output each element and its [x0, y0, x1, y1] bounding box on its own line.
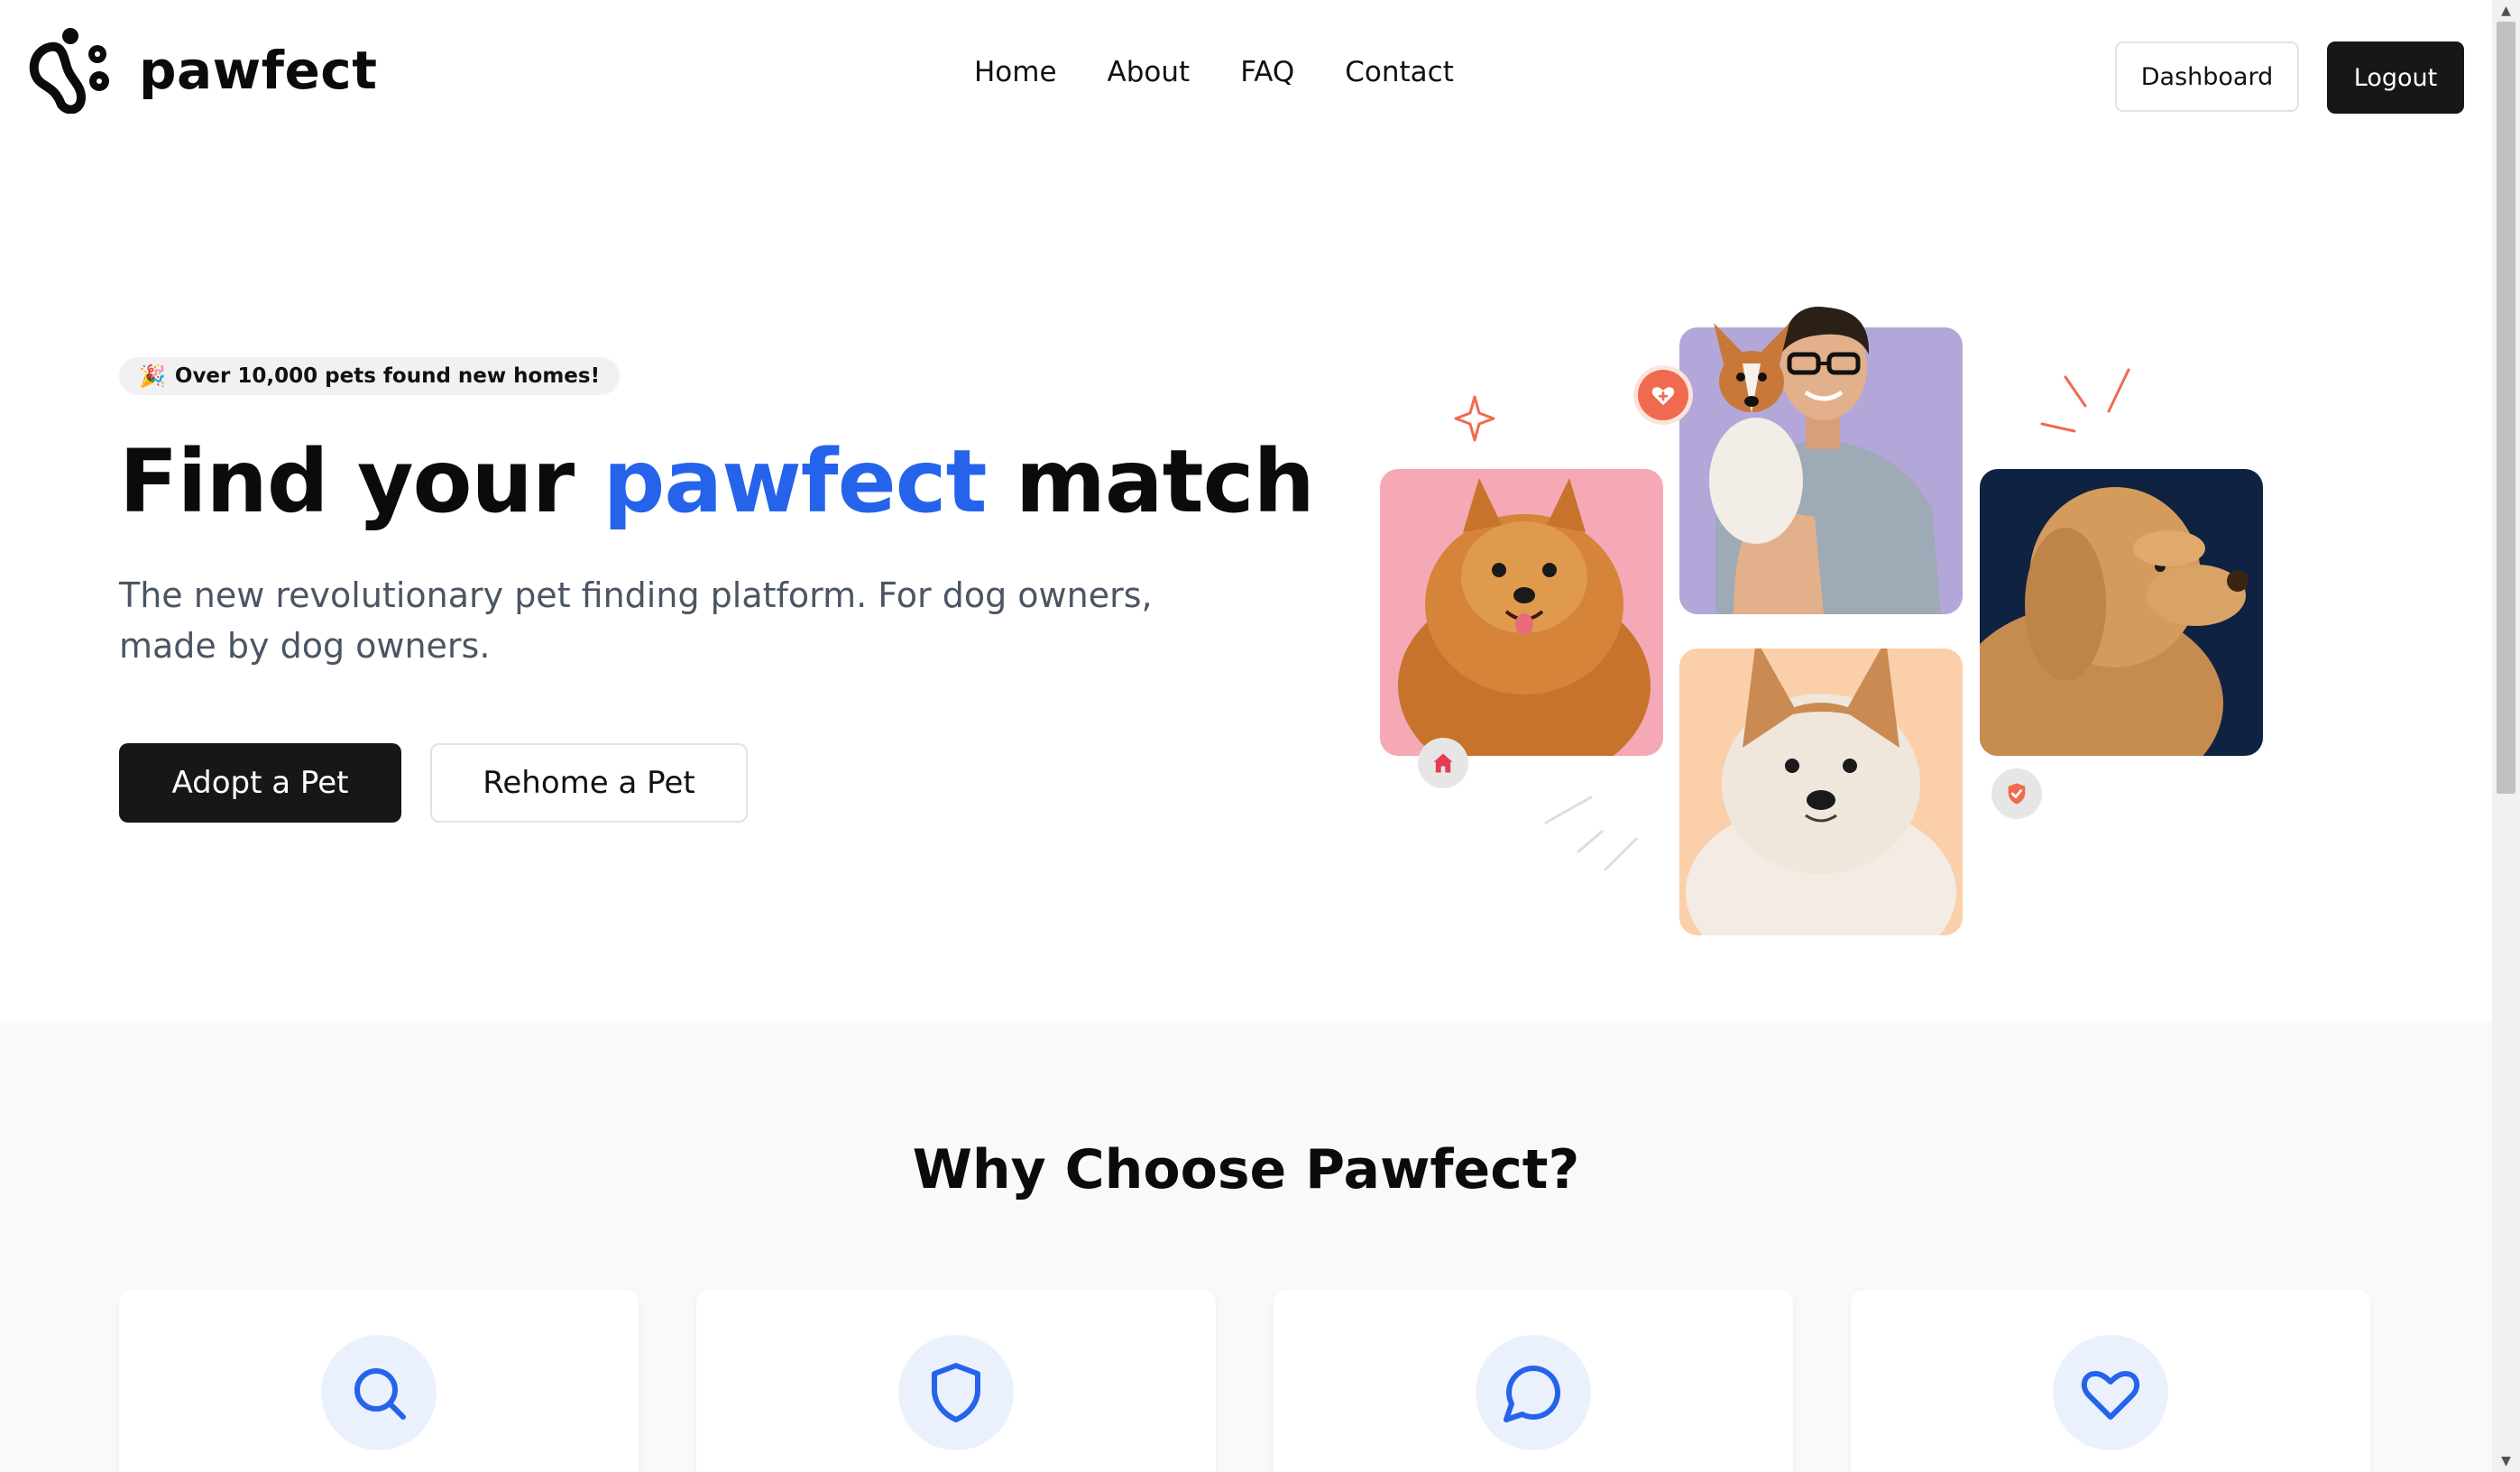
poodle-photo — [1980, 469, 2263, 756]
paw-logo-icon — [29, 28, 109, 114]
shield-icon — [932, 1363, 980, 1422]
husky-illustration — [1686, 649, 1956, 935]
hero-title-accent: pawfect — [602, 431, 988, 532]
feature-card-love — [1851, 1290, 2370, 1472]
home-icon — [1433, 753, 1453, 773]
pomeranian-illustration — [1398, 478, 1651, 756]
pomeranian-photo — [1380, 469, 1663, 756]
scroll-down-arrow-icon[interactable]: ▼ — [2492, 1450, 2520, 1472]
man-with-dog-photo — [1679, 307, 1963, 614]
heart-plus-icon — [1651, 387, 1675, 406]
motion-lines-icon — [2040, 368, 2130, 433]
shield-check-icon — [2008, 783, 2026, 805]
adopt-a-pet-button[interactable]: Adopt a Pet — [119, 743, 401, 823]
feature-icon-circle — [321, 1335, 437, 1450]
nav-home-link[interactable]: Home — [974, 56, 1057, 88]
feature-icon-circle — [898, 1335, 1014, 1450]
poodle-illustration — [1980, 487, 2249, 756]
shield-badge — [1991, 768, 2042, 819]
brand-logo[interactable]: pawfect — [25, 27, 377, 114]
ground-lines-icon — [1544, 796, 1638, 871]
feature-card-safety — [696, 1290, 1216, 1472]
hero-title-prefix: Find your — [119, 431, 603, 532]
nav-contact-link[interactable]: Contact — [1345, 56, 1454, 88]
features-title: Why Choose Pawfect? — [912, 1138, 1580, 1201]
page-scrollbar[interactable]: ▲ ▼ — [2492, 0, 2520, 1472]
scroll-thumb[interactable] — [2497, 22, 2515, 794]
feature-card-search — [119, 1290, 639, 1472]
main-nav: Home About FAQ Contact — [974, 56, 1504, 88]
page: pawfect Home About FAQ Contact Dashboard… — [0, 0, 2492, 1472]
brand-name: pawfect — [139, 40, 378, 101]
husky-photo — [1679, 649, 1963, 935]
rehome-a-pet-button[interactable]: Rehome a Pet — [430, 743, 748, 823]
stats-badge: 🎉 Over 10,000 pets found new homes! — [119, 357, 621, 395]
hero-title-suffix: match — [986, 431, 1315, 532]
sparkle-icon — [1454, 395, 1495, 442]
heart-icon — [2081, 1371, 2140, 1420]
man-with-dog-illustration — [1709, 307, 1941, 614]
dashboard-button[interactable]: Dashboard — [2115, 41, 2299, 112]
nav-faq-link[interactable]: FAQ — [1240, 56, 1294, 88]
nav-about-link[interactable]: About — [1108, 56, 1191, 88]
logout-button[interactable]: Logout — [2327, 41, 2464, 114]
chat-bubble-icon — [1504, 1365, 1561, 1422]
features-section: Why Choose Pawfect? — [0, 1021, 2492, 1472]
home-badge — [1418, 738, 1468, 788]
hero-subtitle: The new revolutionary pet finding platfo… — [119, 575, 1153, 666]
heart-badge — [1638, 370, 1688, 420]
scroll-up-arrow-icon[interactable]: ▲ — [2492, 0, 2520, 22]
feature-card-chat — [1274, 1290, 1793, 1472]
party-popper-icon: 🎉 — [139, 363, 166, 389]
stats-badge-text: Over 10,000 pets found new homes! — [174, 364, 601, 388]
feature-icon-circle — [2053, 1335, 2168, 1450]
hero-title: Find your pawfect match — [119, 431, 1315, 532]
search-icon — [354, 1368, 406, 1420]
hero-collage — [1353, 235, 2300, 956]
feature-icon-circle — [1476, 1335, 1591, 1450]
